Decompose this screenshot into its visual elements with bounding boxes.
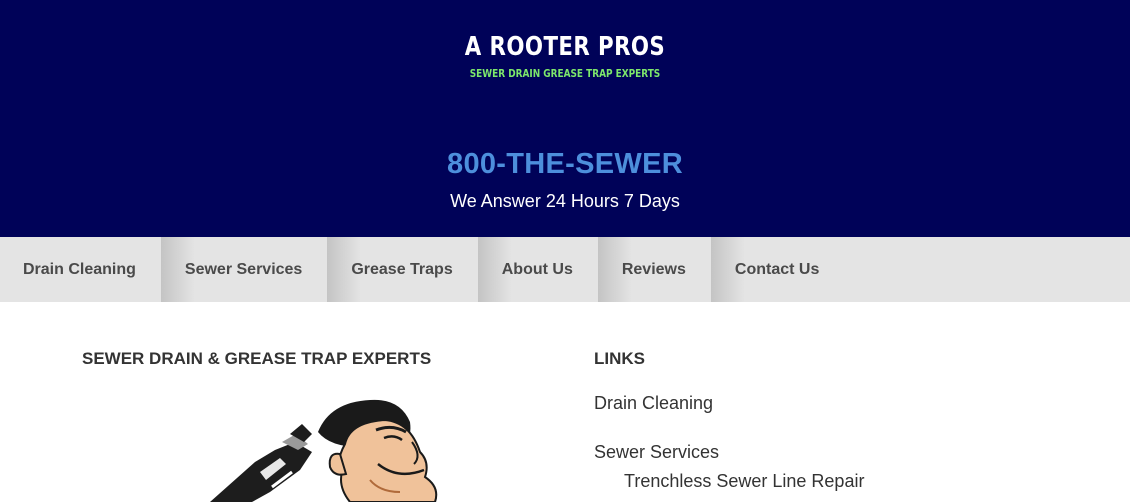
link-trenchless-sewer-line-repair[interactable]: Trenchless Sewer Line Repair: [624, 471, 864, 492]
plumber-mascot-image: [210, 399, 438, 502]
nav-item-sewer-services[interactable]: Sewer Services: [160, 237, 328, 302]
link-sewer-services[interactable]: Sewer Services: [594, 442, 719, 463]
nav-item-grease-traps[interactable]: Grease Traps: [327, 237, 478, 302]
logo-title[interactable]: A ROOTER PROS: [102, 32, 1029, 62]
links-section: LINKS: [594, 349, 645, 369]
nav-item-reviews[interactable]: Reviews: [597, 237, 711, 302]
main-content: SEWER DRAIN & GREASE TRAP EXPERTS: [82, 349, 431, 369]
nav-item-about-us[interactable]: About Us: [477, 237, 598, 302]
logo-tagline: SEWER DRAIN GREASE TRAP EXPERTS: [469, 68, 661, 80]
link-drain-cleaning[interactable]: Drain Cleaning: [594, 393, 713, 414]
phone-number-link[interactable]: 800-THE-SEWER: [0, 148, 1130, 181]
main-nav: Drain Cleaning Sewer Services Grease Tra…: [0, 237, 1130, 302]
site-header: A ROOTER PROS SEWER DRAIN GREASE TRAP EX…: [0, 0, 1130, 237]
nav-item-contact-us[interactable]: Contact Us: [710, 237, 845, 302]
links-heading: LINKS: [594, 349, 645, 368]
nav-item-drain-cleaning[interactable]: Drain Cleaning: [0, 237, 161, 302]
hours-text: We Answer 24 Hours 7 Days: [450, 191, 680, 211]
wrench-icon: [210, 424, 312, 502]
section-heading: SEWER DRAIN & GREASE TRAP EXPERTS: [82, 349, 432, 368]
